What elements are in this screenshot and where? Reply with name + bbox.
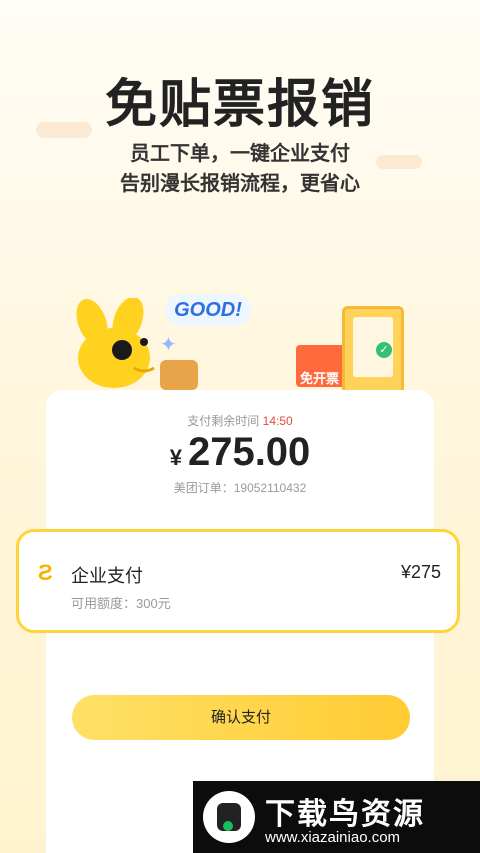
mascot-rabbit-icon: [76, 298, 155, 388]
enterprise-pay-icon: Ƨ: [38, 560, 53, 585]
available-credit: 可用额度：300元: [71, 593, 171, 612]
timer-value: 14:50: [262, 414, 293, 428]
hero-subtitle-line1: 员工下单，一键企业支付: [130, 143, 350, 165]
currency-symbol: ¥: [169, 445, 182, 470]
confirm-pay-button[interactable]: 确认支付: [72, 695, 410, 740]
watermark-logo-icon: [203, 791, 255, 843]
watermark-title: 下载鸟资源: [265, 798, 425, 831]
pay-option-price: ¥275: [400, 562, 441, 582]
check-icon: ✓: [376, 342, 392, 358]
good-speech-bubble: GOOD!: [165, 294, 251, 326]
hero-subtitle-line2: 告别漫长报销流程，更省心: [120, 173, 360, 195]
credit-value: 300元: [136, 596, 171, 611]
watermark-url: www.xiazainiao.com: [265, 829, 401, 846]
amount-value: 275.00: [187, 430, 311, 474]
credit-label: 可用额度：: [71, 596, 137, 611]
timer-label: 支付剩余时间: [187, 414, 260, 428]
order-number: 美团订单：19052110432: [0, 479, 480, 496]
pay-option-name: 企业支付: [71, 566, 143, 586]
payment-amount: ¥275.00: [0, 430, 480, 475]
sparkle-icon: ✦: [160, 334, 177, 356]
order-value: 19052110432: [233, 481, 307, 495]
watermark-banner: 下载鸟资源 www.xiazainiao.com: [193, 781, 480, 853]
order-label: 美团订单：: [173, 481, 234, 495]
enterprise-pay-option[interactable]: Ƨ 企业支付 ¥275 可用额度：300元: [16, 529, 460, 633]
hero-title: 免贴票报销: [104, 76, 375, 134]
qr-phone-icon: [342, 306, 404, 394]
payment-timer: 支付剩余时间 14:50: [0, 412, 480, 429]
gift-label: 免开票: [300, 371, 340, 386]
wallet-icon: [160, 360, 198, 390]
